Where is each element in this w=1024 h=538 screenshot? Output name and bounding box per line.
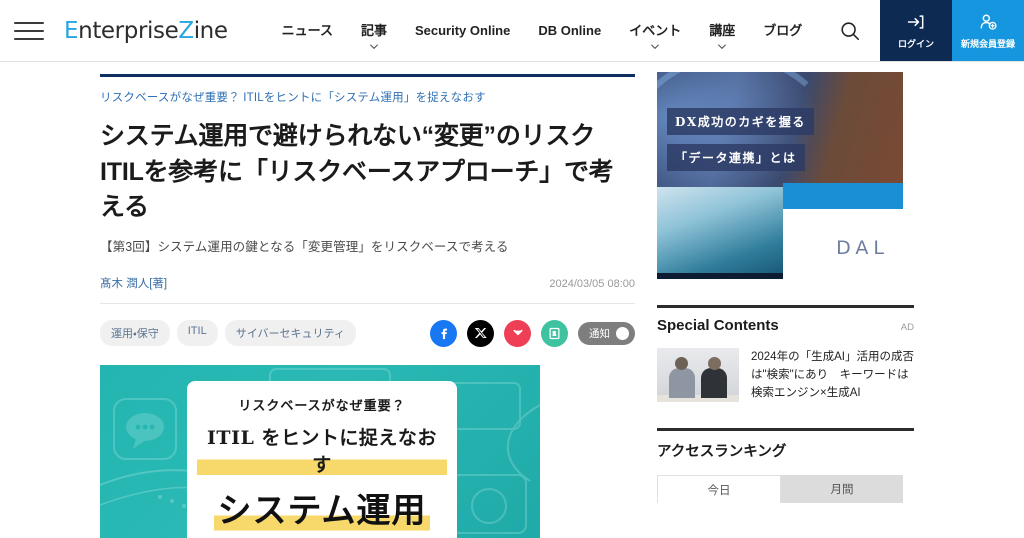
- ad-headline-2: 「データ連携」とは: [667, 144, 805, 171]
- nav-label: ニュース: [281, 23, 333, 38]
- primary-nav: ニュース 記事 Security Online DB Online イベント 講…: [232, 0, 820, 61]
- nav-label: 記事: [360, 23, 387, 38]
- hamburger-bar: [14, 29, 44, 32]
- article-author[interactable]: 髙木 潤人[著]: [100, 275, 167, 291]
- sidebar-ad-banner[interactable]: DX成功のカギを握る 「データ連携」とは DAL: [657, 72, 903, 279]
- special-contents-title: Special Contents: [657, 317, 779, 334]
- sidebar: DX成功のカギを握る 「データ連携」とは DAL Special Content…: [645, 62, 1024, 538]
- logo-part-nterprise: nterprise: [78, 17, 179, 44]
- pocket-share-icon[interactable]: [504, 319, 531, 347]
- nav-item-event[interactable]: イベント: [615, 0, 695, 61]
- ranking-tab-label: 月間: [830, 484, 854, 497]
- article-hero-image: リスクベースがなぜ重要？ ITIL をヒントに捉えなおす システム運用: [100, 364, 540, 538]
- facebook-share-icon[interactable]: [430, 319, 457, 347]
- tag-list: 運用・保守 ITIL サイバーセキュリティ: [100, 320, 356, 346]
- ad-brand-logo: DAL: [836, 237, 889, 259]
- logo-part-ine: ine: [193, 17, 228, 44]
- nav-item-blog[interactable]: ブログ: [749, 0, 816, 61]
- thumb-person-left: [669, 368, 695, 398]
- chevron-down-icon: [651, 42, 660, 51]
- ranking-header: アクセスランキング: [657, 428, 914, 461]
- chevron-down-icon: [718, 42, 727, 51]
- nav-item-articles[interactable]: 記事: [347, 0, 401, 61]
- article-date: 2024/03/05 08:00: [549, 277, 635, 290]
- chevron-down-icon: [369, 42, 378, 51]
- notification-label: 通知: [589, 327, 610, 340]
- notification-toggle[interactable]: 通知: [578, 321, 635, 345]
- login-label: ログイン: [897, 38, 934, 49]
- ranking-title: アクセスランキング: [657, 444, 787, 461]
- logo-accent-z: Z: [178, 17, 194, 44]
- site-header: Enterprise Zine ニュース 記事 Security Online D…: [0, 0, 1024, 62]
- nav-item-security-online[interactable]: Security Online: [401, 0, 524, 61]
- ad-label: AD: [900, 322, 914, 333]
- special-content-thumbnail: [657, 348, 739, 402]
- page-title: システム運用で避けられない“変更”のリスク ITILを参考に「リスクベースアプロ…: [100, 122, 614, 221]
- special-content-text: 2024年の「生成AI」活用の成否は"検索"にあり キーワードは検索エンジン×生…: [751, 351, 914, 400]
- hamburger-bar: [14, 37, 44, 40]
- article-top-rule: [100, 74, 635, 77]
- ranking-tab-label: 今日: [707, 484, 731, 497]
- nav-label: 講座: [709, 23, 736, 38]
- article-subtitle: 【第3回】システム運用の鍵となる「変更管理」をリスクベースで考える: [100, 239, 509, 254]
- special-contents-header: Special Contents AD: [657, 305, 914, 334]
- hatena-bookmark-icon[interactable]: [541, 319, 568, 347]
- breadcrumb[interactable]: リスクベースがなぜ重要？ ITILをヒントに「システム運用」を捉えなおす: [100, 89, 635, 105]
- content-area: リスクベースがなぜ重要？ ITILをヒントに「システム運用」を捉えなおす システ…: [0, 62, 1024, 538]
- register-button[interactable]: 新規会員登録: [952, 0, 1024, 61]
- thumb-person-right: [701, 368, 727, 398]
- x-share-icon[interactable]: [467, 319, 494, 347]
- special-content-item[interactable]: 2024年の「生成AI」活用の成否は"検索"にあり キーワードは検索エンジン×生…: [657, 348, 914, 402]
- login-arrow-icon: [907, 14, 924, 29]
- thumb-head-right: [708, 357, 721, 370]
- hamburger-bar: [14, 21, 44, 24]
- hamburger-icon[interactable]: [0, 0, 58, 61]
- hero-card: リスクベースがなぜ重要？ ITIL をヒントに捉えなおす システム運用: [187, 380, 457, 538]
- tag-item[interactable]: サイバーセキュリティ: [224, 320, 356, 346]
- nav-label: DB Online: [538, 23, 602, 38]
- nav-item-course[interactable]: 講座: [695, 0, 749, 61]
- hero-line-1: リスクベースがなぜ重要？: [238, 398, 406, 414]
- nav-label: Security Online: [414, 23, 511, 38]
- ranking-tabs: 今日 月間: [657, 475, 903, 504]
- site-logo[interactable]: Enterprise Zine: [58, 0, 232, 61]
- nav-label: イベント: [629, 23, 682, 38]
- main-column: リスクベースがなぜ重要？ ITILをヒントに「システム運用」を捉えなおす システ…: [0, 62, 645, 538]
- register-label: 新規会員登録: [960, 38, 1015, 49]
- ad-headline-1: DX成功のカギを握る: [667, 108, 814, 135]
- nav-item-db-online[interactable]: DB Online: [524, 0, 615, 61]
- article-meta: 髙木 潤人[著] 2024/03/05 08:00: [100, 275, 635, 304]
- hero-line-3: システム運用: [213, 482, 431, 532]
- nav-item-news[interactable]: ニュース: [268, 0, 347, 61]
- ad-highway-photo: [657, 187, 785, 273]
- search-icon[interactable]: [820, 0, 880, 61]
- hero-line-2: ITIL をヒントに捉えなおす: [197, 422, 447, 477]
- tag-item[interactable]: ITIL: [176, 320, 218, 346]
- share-buttons: 通知: [430, 319, 635, 347]
- login-button[interactable]: ログイン: [880, 0, 952, 61]
- tag-item[interactable]: 運用・保守: [100, 320, 170, 346]
- user-plus-icon: [980, 14, 997, 30]
- page-root: Enterprise Zine ニュース 記事 Security Online D…: [0, 0, 1024, 538]
- ad-blue-band: [783, 183, 903, 209]
- logo-accent-e: E: [64, 17, 79, 44]
- ranking-tab-monthly[interactable]: 月間: [781, 475, 903, 504]
- thumb-head-left: [675, 357, 688, 370]
- tags-and-share-row: 運用・保守 ITIL サイバーセキュリティ 通知: [100, 319, 635, 347]
- toggle-knob: [616, 326, 629, 340]
- nav-label: ブログ: [763, 23, 803, 38]
- ranking-tab-today[interactable]: 今日: [657, 475, 781, 504]
